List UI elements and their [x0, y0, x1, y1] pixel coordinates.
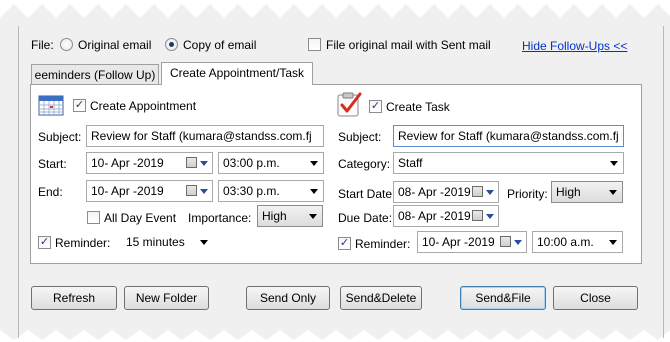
task-reminder-date-value: 10- Apr -2019 [422, 235, 495, 249]
send-delete-button[interactable]: Send&Delete [340, 286, 422, 310]
task-reminder-label[interactable]: Reminder: [355, 237, 410, 251]
due-date-calendar-icon[interactable] [472, 209, 494, 223]
send-only-button[interactable]: Send Only [246, 286, 330, 310]
original-email-label[interactable]: Original email [78, 38, 151, 52]
task-start-date-label: Start Date: [338, 187, 396, 201]
start-date-calendar-icon[interactable] [186, 156, 208, 170]
copy-of-email-label[interactable]: Copy of email [183, 38, 256, 52]
end-time-value: 03:30 p.m. [223, 184, 280, 198]
task-start-date-calendar-icon[interactable] [472, 185, 494, 199]
reminder-interval-dropdown[interactable]: 15 minutes [121, 231, 214, 253]
task-subject-input[interactable]: Review for Staff (kumara@standss.com.fj [393, 125, 624, 147]
create-task-checkbox[interactable]: ✓ [369, 100, 382, 113]
end-date-calendar-icon[interactable] [186, 184, 208, 198]
create-task-label[interactable]: Create Task [386, 100, 450, 114]
task-start-date-value: 08- Apr -2019 [398, 185, 471, 199]
due-date-value: 08- Apr -2019 [398, 209, 471, 223]
importance-value: High [262, 209, 287, 223]
copy-of-email-radio[interactable] [165, 38, 178, 51]
priority-label: Priority: [507, 187, 548, 201]
send-file-button[interactable]: Send&File [460, 286, 546, 310]
file-sent-label[interactable]: File original mail with Sent mail [326, 38, 491, 52]
appointment-subject-input[interactable]: Review for Staff (kumara@standss.com.fj [86, 125, 324, 147]
file-label: File: [31, 38, 54, 52]
end-date-value: 10- Apr -2019 [91, 184, 164, 198]
tab-create-appointment-task[interactable]: Create Appointment/Task [161, 62, 313, 85]
start-date-picker[interactable]: 10- Apr -2019 [86, 152, 213, 174]
new-folder-button[interactable]: New Folder [124, 286, 209, 310]
end-label: End: [38, 185, 63, 199]
end-date-picker[interactable]: 10- Apr -2019 [86, 180, 213, 202]
chevron-down-icon [310, 189, 318, 194]
file-sent-checkbox[interactable] [308, 38, 321, 51]
create-appointment-checkbox[interactable]: ✓ [73, 99, 86, 112]
end-time-dropdown[interactable]: 03:30 p.m. [218, 180, 324, 202]
importance-label: Importance: [188, 211, 252, 225]
priority-dropdown[interactable]: High [551, 181, 623, 203]
chevron-down-icon [609, 190, 617, 195]
all-day-event-checkbox[interactable] [87, 211, 100, 224]
start-time-dropdown[interactable]: 03:00 p.m. [218, 152, 324, 174]
reminder-interval-value: 15 minutes [126, 235, 185, 249]
hide-followups-link[interactable]: Hide Follow-Ups << [522, 39, 627, 53]
category-dropdown[interactable]: Staff [393, 152, 624, 174]
appointment-reminder-label[interactable]: Reminder: [55, 236, 110, 250]
close-button[interactable]: Close [553, 286, 638, 310]
task-subject-label: Subject: [338, 130, 382, 144]
task-checklist-icon [335, 90, 363, 118]
importance-dropdown[interactable]: High [257, 205, 323, 227]
calendar-icon [38, 94, 64, 116]
chevron-down-icon [310, 161, 318, 166]
task-reminder-time-value: 10:00 a.m. [537, 235, 594, 249]
category-value: Staff [398, 156, 423, 170]
appointment-subject-label: Subject: [38, 130, 82, 144]
all-day-event-label[interactable]: All Day Event [104, 211, 176, 225]
refresh-button[interactable]: Refresh [31, 286, 117, 310]
start-label: Start: [38, 157, 67, 171]
start-time-value: 03:00 p.m. [223, 156, 280, 170]
appointment-reminder-checkbox[interactable]: ✓ [38, 236, 51, 249]
due-date-picker[interactable]: 08- Apr -2019 [393, 205, 499, 227]
original-email-radio[interactable] [60, 38, 73, 51]
chevron-down-icon [610, 161, 618, 166]
task-reminder-calendar-icon[interactable] [500, 235, 522, 249]
due-date-label: Due Date: [338, 211, 393, 225]
chevron-down-icon [309, 214, 317, 219]
chevron-down-icon [609, 240, 617, 245]
create-appointment-label[interactable]: Create Appointment [90, 99, 196, 113]
task-reminder-time-dropdown[interactable]: 10:00 a.m. [532, 231, 623, 253]
start-date-value: 10- Apr -2019 [91, 156, 164, 170]
task-start-date-picker[interactable]: 08- Apr -2019 [393, 181, 499, 203]
task-reminder-checkbox[interactable]: ✓ [338, 237, 351, 250]
task-reminder-date-picker[interactable]: 10- Apr -2019 [417, 231, 527, 253]
tab-eeminders[interactable]: eeminders (Follow Up) [31, 64, 159, 85]
priority-value: High [556, 185, 581, 199]
chevron-down-icon [200, 240, 208, 245]
category-label: Category: [338, 157, 391, 171]
